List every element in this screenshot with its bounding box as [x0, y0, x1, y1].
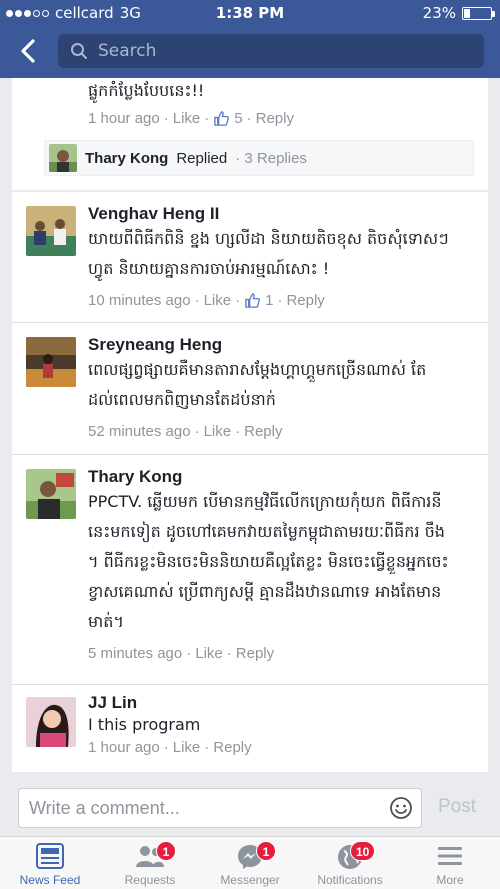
news-feed-icon	[36, 843, 64, 869]
list-item: Thary Kong PPCTV. ឆ្លើយមក បើមានកម្មវិធីល…	[12, 455, 488, 683]
status-bar: cellcard 3G 1:38 PM 23%	[0, 0, 500, 26]
comment-text-tail: ផ្លូកកំប្លែងបែបនេះ!!	[88, 81, 205, 100]
comment-text: PPCTV. ឆ្លើយមក បើមានកម្មវិធីលើកក្រោយកុំយ…	[88, 492, 449, 631]
requests-badge: 1	[156, 841, 176, 861]
reply-link[interactable]: Reply	[244, 423, 282, 440]
tab-label: More	[436, 873, 464, 887]
comment-time: 10 minutes ago	[88, 292, 191, 309]
battery-percent: 23%	[422, 4, 456, 22]
comment-time: 52 minutes ago	[88, 423, 191, 440]
like-link[interactable]: Like	[195, 645, 223, 662]
comment-time: 1 hour ago	[88, 110, 160, 127]
like-link[interactable]: Like	[173, 110, 201, 127]
avatar[interactable]	[26, 206, 76, 256]
replier-name: Thary Kong	[85, 149, 169, 167]
comment-meta: 1 hour ago · Like · Reply	[88, 739, 252, 756]
comment-text: យាយពីពិធីកពិនិ ខ្នង ហ្សលីដា និយាយតិចខុស …	[88, 229, 449, 278]
comment-meta: 5 minutes ago · Like · Reply	[88, 645, 275, 662]
comment-text: I this program	[88, 715, 201, 734]
comment-meta: 1 hour ago · Like · 5 · Reply	[88, 110, 294, 127]
reply-link[interactable]: Reply	[286, 292, 324, 309]
menu-icon	[438, 847, 462, 865]
list-item: Sreyneang Heng ពេលផ្សព្វផ្សាយគឺមានតារាសម…	[12, 323, 488, 453]
comment-time: 5 minutes ago	[88, 645, 183, 662]
tab-label: Requests	[124, 873, 176, 887]
tab-label: Messenger	[220, 873, 280, 887]
replied-label: Replied	[176, 149, 228, 167]
reply-count: · 3 Replies	[235, 149, 307, 167]
commenter-name[interactable]: Venghav Heng II	[88, 204, 476, 224]
battery-icon	[462, 6, 495, 20]
avatar	[49, 144, 77, 172]
comment-input-placeholder: Write a comment...	[29, 797, 180, 818]
list-item: JJ Lin I this program 1 hour ago · Like …	[12, 685, 488, 772]
tab-label: Notifications	[317, 873, 383, 887]
tab-news-feed[interactable]: News Feed	[0, 837, 100, 889]
notifications-badge: 10	[350, 841, 376, 861]
search-placeholder: Search	[98, 41, 157, 61]
avatar[interactable]	[26, 469, 76, 519]
nav-bar: Search	[0, 26, 500, 78]
reply-link[interactable]: Reply	[236, 645, 274, 662]
replies-summary[interactable]: Thary Kong Replied · 3 Replies	[44, 140, 474, 176]
tab-label: News Feed	[19, 873, 81, 887]
tab-more[interactable]: More	[400, 837, 500, 889]
like-count: 5	[234, 110, 243, 127]
tab-requests[interactable]: 1 Requests	[100, 837, 200, 889]
tab-notifications[interactable]: 10 Notifications	[300, 837, 400, 889]
battery-status: 23%	[422, 4, 495, 22]
search-input[interactable]: Search	[58, 34, 484, 68]
avatar[interactable]	[26, 337, 76, 387]
comment-input[interactable]: Write a comment...	[18, 788, 422, 828]
comment-meta: 10 minutes ago · Like · 1 · Reply	[88, 292, 325, 309]
comment-composer: Write a comment... Post	[0, 784, 500, 832]
commenter-name[interactable]: Sreyneang Heng	[88, 335, 476, 355]
chevron-left-icon	[21, 39, 35, 63]
reply-link[interactable]: Reply	[213, 739, 251, 756]
comment-meta: 52 minutes ago · Like · Reply	[88, 423, 283, 440]
tab-messenger[interactable]: 1 Messenger	[200, 837, 300, 889]
back-button[interactable]	[14, 36, 44, 66]
messenger-badge: 1	[256, 841, 276, 861]
commenter-name[interactable]: JJ Lin	[88, 693, 476, 713]
comments-list: Venghav Heng II យាយពីពិធីកពិនិ ខ្នង ហ្សល…	[12, 192, 488, 772]
comment-time: 1 hour ago	[88, 739, 160, 756]
reply-link[interactable]: Reply	[256, 110, 294, 127]
like-link[interactable]: Like	[204, 292, 232, 309]
like-count: 1	[265, 292, 274, 309]
commenter-name[interactable]: Thary Kong	[88, 467, 476, 487]
tab-bar: News Feed 1 Requests 1 Messenger 10 Noti…	[0, 836, 500, 889]
like-count-icon	[214, 111, 230, 126]
comment-text: ពេលផ្សព្វផ្សាយគឺមានតារាសម្តែងហ្គាហ្គួមកច…	[88, 360, 427, 409]
like-link[interactable]: Like	[173, 739, 201, 756]
search-icon	[71, 43, 87, 59]
comment-thread-card: ផ្លូកកំប្លែងបែបនេះ!! 1 hour ago · Like ·…	[12, 78, 488, 190]
like-link[interactable]: Like	[204, 423, 232, 440]
like-count-icon	[245, 293, 261, 308]
avatar[interactable]	[26, 697, 76, 747]
emoji-icon[interactable]	[389, 796, 413, 820]
list-item: Venghav Heng II យាយពីពិធីកពិនិ ខ្នង ហ្សល…	[12, 192, 488, 322]
post-button[interactable]: Post	[438, 796, 476, 818]
